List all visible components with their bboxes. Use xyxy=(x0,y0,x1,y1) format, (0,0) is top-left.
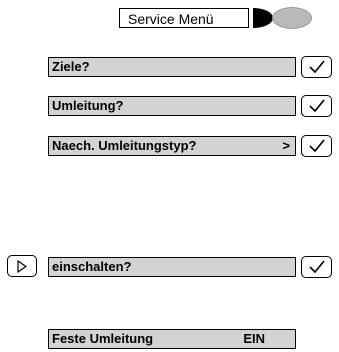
checkmark-icon xyxy=(309,60,325,74)
checkmark-icon xyxy=(309,99,325,113)
checkmark-icon xyxy=(309,139,325,153)
menu-item-label: Umleitung? xyxy=(52,98,124,113)
confirm-button-naech-umleitungstyp[interactable] xyxy=(301,135,332,157)
menu-item-umleitung[interactable]: Umleitung? xyxy=(48,96,296,116)
status-line: Feste Umleitung EIN xyxy=(48,329,296,349)
confirm-button-einschalten[interactable] xyxy=(301,256,332,278)
menu-item-label: Naech. Umleitungstyp? xyxy=(52,138,197,153)
oval-icon xyxy=(272,7,312,29)
play-triangle-icon xyxy=(17,260,27,273)
status-label: Feste Umleitung xyxy=(52,331,154,346)
service-menu-box: Service Menü xyxy=(119,8,249,28)
status-value: EIN xyxy=(243,331,265,346)
menu-item-label: Ziele? xyxy=(52,59,90,74)
confirm-button-ziele[interactable] xyxy=(301,56,332,78)
confirm-button-umleitung[interactable] xyxy=(301,95,332,117)
half-circle-icon xyxy=(253,8,273,28)
select-button[interactable] xyxy=(7,255,37,277)
menu-item-naech-umleitungstyp[interactable]: Naech. Umleitungstyp? > xyxy=(48,136,296,156)
menu-item-label: einschalten? xyxy=(52,259,132,274)
checkmark-icon xyxy=(309,260,325,274)
service-menu-label: Service Menü xyxy=(128,11,214,27)
submenu-arrow-icon: > xyxy=(282,138,290,153)
menu-item-ziele[interactable]: Ziele? xyxy=(48,57,296,77)
menu-item-einschalten[interactable]: einschalten? xyxy=(48,257,296,277)
